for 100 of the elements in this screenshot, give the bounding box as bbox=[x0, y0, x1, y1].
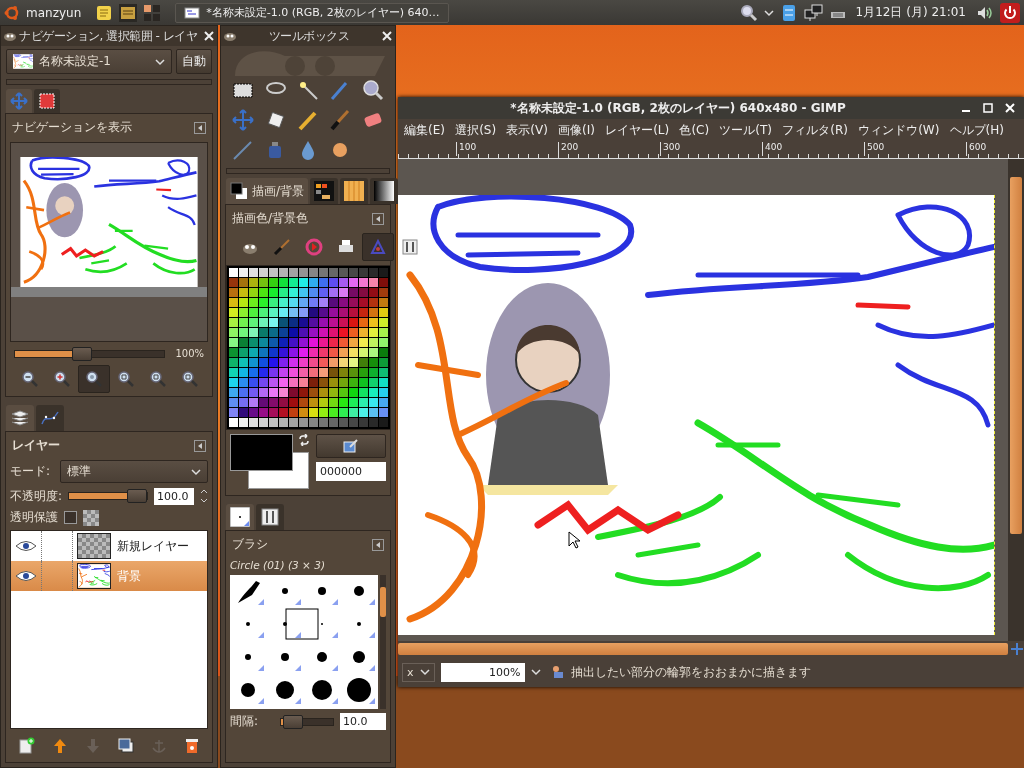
zoom-button[interactable] bbox=[78, 365, 110, 393]
menu-item[interactable]: ヘルプ(H) bbox=[949, 121, 1004, 139]
palette-tab[interactable] bbox=[310, 178, 339, 204]
zoom-icon bbox=[181, 370, 199, 388]
clock[interactable]: 1月12日 (月) 21:01 bbox=[855, 4, 966, 21]
horizontal-scrollbar[interactable] bbox=[398, 643, 1008, 655]
color-mode-button[interactable] bbox=[362, 233, 394, 261]
layer-thumbnail bbox=[77, 533, 111, 559]
power-icon[interactable] bbox=[1000, 2, 1020, 23]
caret-icon bbox=[419, 667, 430, 677]
navigation-preview[interactable] bbox=[10, 142, 208, 342]
ruler-label: 400 bbox=[762, 141, 864, 156]
color-swatches[interactable] bbox=[230, 434, 310, 490]
eye-icon[interactable] bbox=[15, 540, 37, 552]
caret-icon[interactable] bbox=[530, 667, 541, 677]
opacity-field[interactable]: 100.0 bbox=[154, 487, 194, 505]
panel-menu-icon[interactable] bbox=[372, 538, 384, 551]
lock-alpha-checkbox[interactable] bbox=[64, 511, 77, 524]
opacity-label: 不透明度: bbox=[10, 487, 63, 505]
panel-menu-icon[interactable] bbox=[372, 212, 384, 225]
slider-thumb[interactable] bbox=[72, 346, 93, 361]
layer-row[interactable]: 新規レイヤー bbox=[11, 531, 207, 561]
brushes-tab[interactable] bbox=[226, 504, 254, 530]
panel-menu-icon[interactable] bbox=[194, 439, 206, 452]
image-thumbnail bbox=[13, 54, 33, 69]
scales-icon bbox=[401, 238, 419, 256]
eye-icon[interactable] bbox=[15, 570, 37, 582]
network-icon[interactable] bbox=[803, 2, 824, 23]
window-list-icon[interactable] bbox=[119, 3, 138, 22]
mode-dropdown[interactable]: 標準 bbox=[60, 460, 208, 483]
panel-menu-icon[interactable] bbox=[194, 121, 206, 134]
notes-icon[interactable] bbox=[95, 3, 114, 22]
menu-item[interactable]: ツール(T) bbox=[719, 121, 773, 139]
magnifier-icon[interactable] bbox=[360, 78, 385, 102]
workspace-icon[interactable] bbox=[143, 3, 162, 22]
color-palette[interactable] bbox=[225, 265, 391, 430]
selection-tab[interactable] bbox=[34, 89, 60, 113]
slider-thumb[interactable] bbox=[283, 714, 304, 729]
spacing-field[interactable]: 10.0 bbox=[340, 713, 386, 730]
mode-label: モード: bbox=[10, 463, 52, 480]
taskbar-button[interactable]: *名称未設定-1.0 (RGB, 2枚のレイヤー) 640… bbox=[175, 2, 449, 23]
window-title: ナビゲーション, 選択範囲 - レイヤ bbox=[19, 27, 199, 45]
taskbar-title: *名称未設定-1.0 (RGB, 2枚のレイヤー) 640… bbox=[206, 5, 440, 20]
menu-item[interactable]: 色(C) bbox=[679, 121, 710, 139]
menu-item[interactable]: 編集(E) bbox=[404, 121, 445, 139]
brush-grid[interactable] bbox=[230, 575, 378, 709]
eyedropper-icon bbox=[343, 438, 359, 454]
spin-arrows-icon[interactable] bbox=[200, 487, 208, 505]
brush-icon bbox=[273, 238, 291, 256]
ruler-label: 100 bbox=[456, 141, 558, 156]
lock-label: 透明保護 bbox=[10, 509, 58, 526]
close-icon[interactable] bbox=[203, 30, 215, 42]
image-dropdown[interactable]: 名称未設定-1 bbox=[6, 49, 172, 74]
caret-icon[interactable] bbox=[763, 7, 774, 18]
hex-field[interactable]: 000000 bbox=[316, 462, 386, 481]
colors-icon bbox=[230, 182, 248, 200]
close-icon[interactable] bbox=[381, 30, 393, 42]
auto-button[interactable]: 自動 bbox=[176, 49, 212, 74]
pattern-tab[interactable] bbox=[340, 178, 369, 204]
layer-name: 新規レイヤー bbox=[117, 537, 189, 555]
gradient-tab[interactable] bbox=[370, 178, 399, 204]
swap-icon[interactable] bbox=[298, 434, 310, 446]
move-icon bbox=[10, 92, 28, 110]
menu-item[interactable]: 画像(I) bbox=[558, 121, 595, 139]
transparency-icon bbox=[83, 509, 99, 526]
menu-item[interactable]: ウィンドウ(W) bbox=[858, 121, 940, 139]
user-name[interactable]: manzyun bbox=[26, 5, 82, 20]
move-icon[interactable] bbox=[1010, 642, 1024, 656]
duplicate-icon[interactable] bbox=[116, 737, 135, 755]
menu-item[interactable]: 選択(S) bbox=[455, 121, 497, 139]
zoom-slider[interactable] bbox=[14, 349, 166, 358]
color-picker-button[interactable] bbox=[316, 434, 386, 458]
selection-icon bbox=[38, 92, 56, 110]
opacity-slider[interactable] bbox=[68, 492, 148, 500]
caret-icon bbox=[155, 56, 165, 67]
menu-item[interactable]: フィルタ(R) bbox=[782, 121, 848, 139]
zoom-field[interactable]: 100% bbox=[440, 662, 525, 682]
palette-icon bbox=[314, 181, 335, 201]
slider-thumb[interactable] bbox=[127, 489, 147, 503]
fg-bg-tab[interactable]: 描画/背景 bbox=[226, 178, 309, 204]
maximize-icon[interactable] bbox=[982, 102, 994, 114]
search-icon[interactable] bbox=[739, 3, 758, 22]
tool-options-tab[interactable] bbox=[256, 504, 284, 530]
ruler-label: 500 bbox=[864, 141, 966, 156]
triangle-icon bbox=[369, 238, 387, 256]
zoom-in-icon bbox=[53, 370, 71, 388]
gradient-icon bbox=[374, 181, 395, 201]
new-layer-icon[interactable] bbox=[17, 737, 36, 755]
panel-title: レイヤー bbox=[12, 437, 60, 454]
layers-tab[interactable] bbox=[6, 405, 34, 431]
brush-icon bbox=[230, 507, 250, 527]
vertical-scrollbar[interactable] bbox=[1008, 159, 1024, 641]
menu-item[interactable]: 表示(V) bbox=[506, 121, 548, 139]
menu-item[interactable]: レイヤー(L) bbox=[605, 121, 670, 139]
layer-name: 背景 bbox=[117, 567, 141, 585]
logo-icon[interactable] bbox=[4, 4, 20, 21]
unit-dropdown[interactable]: x bbox=[402, 662, 435, 682]
spacing-label: 間隔: bbox=[230, 713, 260, 730]
spacing-slider[interactable] bbox=[280, 717, 334, 726]
brush-scrollbar[interactable] bbox=[380, 575, 386, 709]
